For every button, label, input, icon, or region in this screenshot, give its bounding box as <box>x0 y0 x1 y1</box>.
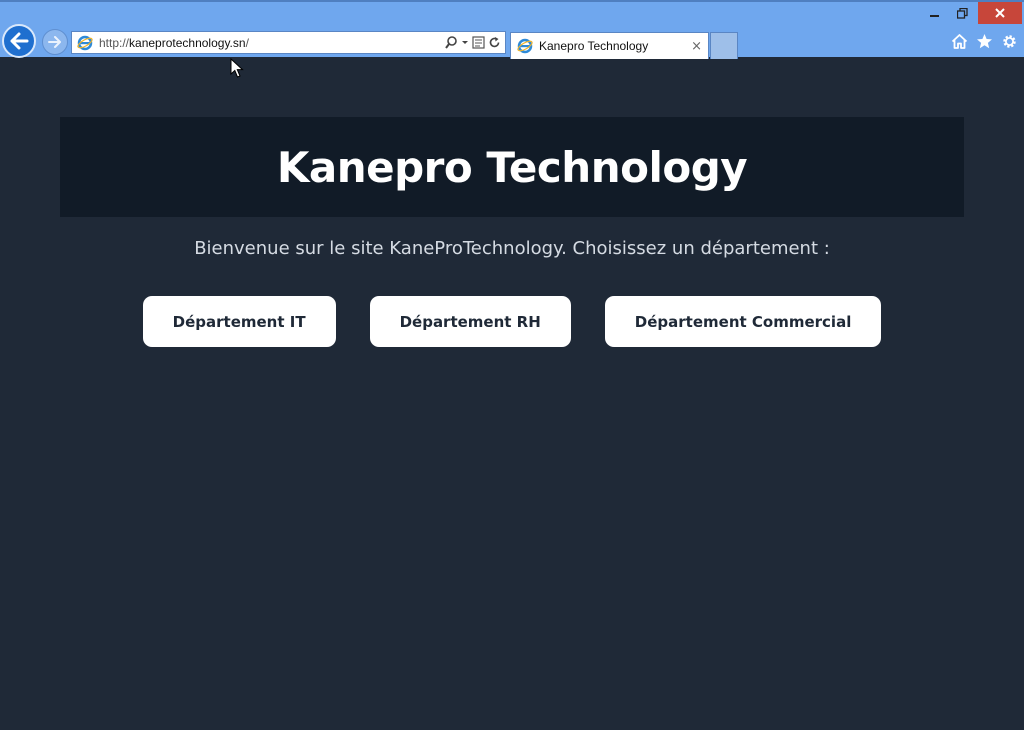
home-button[interactable] <box>951 33 968 50</box>
close-icon <box>995 8 1005 18</box>
welcome-text: Bienvenue sur le site KaneProTechnology.… <box>194 238 830 259</box>
mouse-pointer-icon <box>230 58 244 78</box>
page-title: Kanepro Technology <box>276 142 748 192</box>
home-icon <box>951 34 968 49</box>
search-icon[interactable] <box>445 36 458 49</box>
new-tab-button[interactable] <box>710 32 738 59</box>
ie-logo-icon <box>77 35 93 50</box>
department-buttons: Département IT Département RH Départemen… <box>0 296 1024 347</box>
dropdown-icon[interactable] <box>461 36 469 49</box>
minimize-button[interactable] <box>922 2 948 24</box>
address-bar[interactable]: http://kaneprotechnology.sn/ <box>71 31 506 54</box>
settings-button[interactable] <box>1001 33 1018 50</box>
refresh-icon[interactable] <box>488 36 501 49</box>
tab-title: Kanepro Technology <box>539 39 649 53</box>
favorites-button[interactable] <box>976 33 993 50</box>
restore-button[interactable] <box>948 2 976 24</box>
forward-button[interactable] <box>42 29 68 55</box>
url-text[interactable]: http://kaneprotechnology.sn/ <box>99 36 445 50</box>
minimize-icon <box>930 15 939 17</box>
compatibility-view-icon[interactable] <box>472 36 485 49</box>
restore-icon <box>956 7 968 19</box>
browser-tab[interactable]: Kanepro Technology × <box>510 32 709 59</box>
department-it-button[interactable]: Département IT <box>142 296 336 347</box>
department-commercial-button[interactable]: Département Commercial <box>604 296 882 347</box>
department-rh-button[interactable]: Département RH <box>369 296 571 347</box>
close-window-button[interactable] <box>978 2 1022 24</box>
forward-arrow-icon <box>48 36 61 48</box>
site-header: Kanepro Technology <box>60 117 964 217</box>
settings-gear-icon <box>1003 35 1016 48</box>
favorites-star-icon <box>977 34 992 49</box>
tab-close-button[interactable]: × <box>691 39 702 54</box>
browser-toolbar: http://kaneprotechnology.sn/ Kanepro Tec… <box>0 0 1024 59</box>
back-arrow-icon <box>10 32 29 50</box>
ie-logo-icon <box>517 38 533 54</box>
back-button[interactable] <box>2 24 36 58</box>
